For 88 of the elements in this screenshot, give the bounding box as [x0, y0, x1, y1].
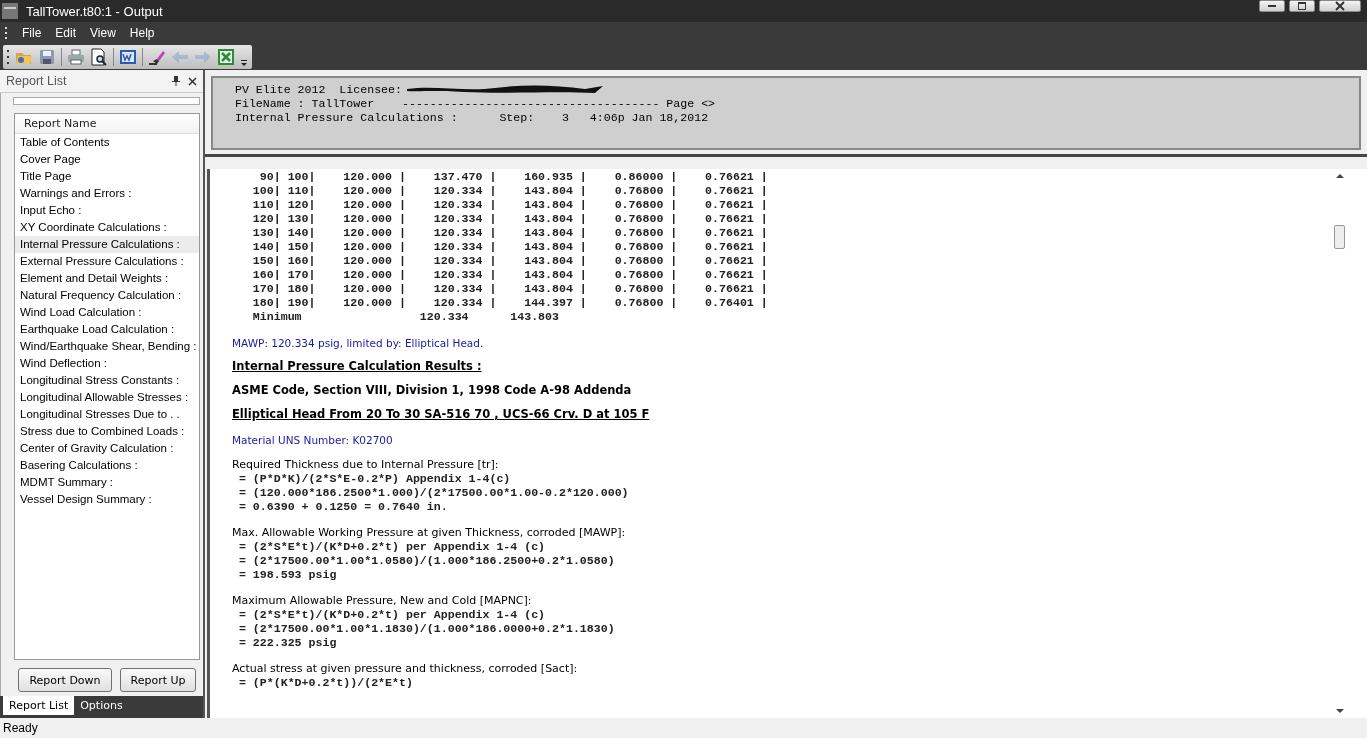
header-text: FileName : TallTower ------------------------------------- Page <> — [235, 96, 716, 110]
report-item[interactable]: Wind Load Calculation : — [15, 304, 199, 321]
report-item[interactable]: Warnings and Errors : — [15, 185, 199, 202]
report-item[interactable]: Element and Detail Weights : — [15, 270, 199, 287]
status-text: Ready — [3, 721, 38, 735]
code-title: ASME Code, Section VIII, Division 1, 1998 Code A-98 Addenda — [232, 383, 633, 397]
maximize-icon — [1297, 1, 1307, 11]
report-line: = (2*S*E*t)/(K*D+0.2*t) per Appendix 1-4 (c) — [237, 540, 547, 554]
document-icon[interactable] — [119, 48, 137, 66]
report-item[interactable]: Basering Calculations : — [15, 457, 199, 474]
header-text: Internal Pressure Calculations : Step: 3 4:06p Jan 18,2012 — [235, 110, 709, 124]
overflow-icon[interactable] — [240, 59, 248, 67]
note-text: MAWP: 120.334 psig, limited by: Elliptical Head. — [232, 337, 485, 349]
save-icon[interactable] — [38, 48, 56, 66]
report-line: = (2*17500.00*1.00*1.0580)/(1.000*186.2500+0.2*1.0580) — [237, 554, 616, 568]
report-item[interactable]: Title Page — [15, 168, 199, 185]
menu-item[interactable]: Edit — [55, 26, 77, 40]
report-item[interactable]: External Pressure Calculations : — [15, 253, 199, 270]
scroll-down-icon[interactable] — [1335, 708, 1344, 714]
report-line: 160| 170| 120.000 | 120.334 | 143.804 | 0.76800 | 0.76621 | — [251, 268, 769, 282]
report-item[interactable]: Wind Deflection : — [15, 355, 199, 372]
maximize-button[interactable] — [1289, 0, 1315, 12]
report-line: = 198.593 psig — [237, 568, 338, 582]
report-line: = (P*(K*D+0.2*t))/(2*E*t) — [237, 676, 414, 690]
report-item[interactable]: XY Coordinate Calculations : — [15, 219, 199, 236]
report-line: = 222.325 psig — [237, 636, 338, 650]
report-line: = (2*17500.00*1.00*1.1830)/(1.000*186.0000+0.2*1.1830) — [237, 622, 616, 636]
pin-icon[interactable] — [172, 76, 180, 86]
report-line: 130| 140| 120.000 | 120.334 | 143.804 | 0.76800 | 0.76621 | — [251, 226, 769, 240]
section-heading: Internal Pressure Calculation Results : — [232, 359, 483, 373]
scroll-up-icon[interactable] — [1335, 173, 1344, 179]
report-button[interactable]: Report Down — [18, 668, 112, 692]
panel-tab[interactable]: Report List — [3, 696, 75, 715]
report-line: 170| 180| 120.000 | 120.334 | 143.804 | 0.76800 | 0.76621 | — [251, 282, 769, 296]
report-line: = 0.6390 + 0.1250 = 0.7640 in. — [237, 500, 449, 514]
report-item[interactable]: Longitudinal Allowable Stresses : — [15, 389, 199, 406]
window-title: TallTower.t80:1 - Output — [26, 3, 163, 19]
report-line: = (P*D*K)/(2*S*E-0.2*P) Appendix 1-4(c) — [237, 472, 512, 486]
report-line: 120| 130| 120.000 | 120.334 | 143.804 | 0.76800 | 0.76621 | — [251, 212, 769, 226]
report-line: 100| 110| 120.000 | 120.334 | 143.804 | 0.76800 | 0.76621 | — [251, 184, 769, 198]
report-item[interactable]: Vessel Design Summary : — [15, 491, 199, 508]
minimize-button[interactable] — [1259, 0, 1285, 12]
calculation-label: Actual stress at given pressure and thickness, corroded [Sact]: — [232, 662, 579, 675]
grip-icon — [7, 50, 10, 64]
panel-title: Report List — [6, 74, 68, 88]
report-item[interactable]: Longitudinal Stresses Due to . . — [15, 406, 199, 423]
report-line: 110| 120| 120.000 | 120.334 | 143.804 | 0.76800 | 0.76621 | — [251, 198, 769, 212]
report-item[interactable]: Cover Page — [15, 151, 199, 168]
report-line: 140| 150| 120.000 | 120.334 | 143.804 | 0.76800 | 0.76621 | — [251, 240, 769, 254]
close-icon — [1335, 1, 1345, 11]
report-item[interactable]: Longitudinal Stress Constants : — [15, 372, 199, 389]
report-button[interactable]: Report Up — [120, 668, 196, 692]
report-item[interactable]: Natural Frequency Calculation : — [15, 287, 199, 304]
report-line: = (120.000*186.2500*1.000)/(2*17500.00*1.00-0.2*120.000) — [237, 486, 630, 500]
spreadsheet-icon[interactable] — [217, 48, 235, 66]
report-item[interactable]: Wind/Earthquake Shear, Bending : — [15, 338, 199, 355]
calculation-label: Max. Allowable Working Pressure at given Thickness, corroded [MAWP]: — [232, 526, 627, 539]
report-item[interactable]: Internal Pressure Calculations : — [15, 236, 199, 253]
report-item[interactable]: Table of Contents — [15, 134, 199, 151]
report-line: 180| 190| 120.000 | 120.334 | 144.397 | 0.76800 | 0.76401 | — [251, 296, 769, 310]
scroll-thumb[interactable] — [1334, 225, 1345, 249]
minimize-icon — [1268, 5, 1276, 7]
panel-tab[interactable]: Options — [74, 696, 129, 715]
calculation-label: Required Thickness due to Internal Pressure [tr]: — [232, 458, 500, 471]
report-item[interactable]: Stress due to Combined Loads : — [15, 423, 199, 440]
header-text: PV Elite 2012 Licensee: — [235, 82, 403, 96]
menu-item[interactable]: File — [22, 26, 42, 40]
print-icon[interactable] — [67, 48, 85, 66]
highlighter-icon[interactable] — [148, 48, 166, 66]
report-item[interactable]: MDMT Summary : — [15, 474, 199, 491]
close-button[interactable] — [1319, 0, 1361, 12]
report-item[interactable]: Input Echo : — [15, 202, 199, 219]
close-icon[interactable] — [188, 76, 197, 86]
calculation-label: Maximum Allowable Pressure, New and Cold [MAPNC]: — [232, 594, 533, 607]
app-icon — [2, 3, 18, 19]
note-text: Material UNS Number: K02700 — [232, 434, 394, 446]
grip-icon — [5, 27, 8, 39]
report-line: Minimum 120.334 143.803 — [251, 310, 560, 324]
section-heading: Elliptical Head From 20 To 30 SA-516 70 , UCS-66 Crv. D at 105 F — [232, 407, 651, 421]
report-line: 150| 160| 120.000 | 120.334 | 143.804 | 0.76800 | 0.76621 | — [251, 254, 769, 268]
report-line: = (2*S*E*t)/(K*D+0.2*t) per Appendix 1-4 (c) — [237, 608, 547, 622]
report-line: 90| 100| 120.000 | 137.470 | 160.935 | 0.86000 | 0.76621 | — [258, 170, 769, 184]
report-item[interactable]: Earthquake Load Calculation : — [15, 321, 199, 338]
report-item[interactable]: Center of Gravity Calculation : — [15, 440, 199, 457]
input-field[interactable] — [13, 97, 200, 105]
menu-item[interactable]: Help — [129, 26, 155, 40]
print-preview-icon[interactable] — [90, 48, 108, 66]
menu-item[interactable]: View — [90, 26, 116, 40]
